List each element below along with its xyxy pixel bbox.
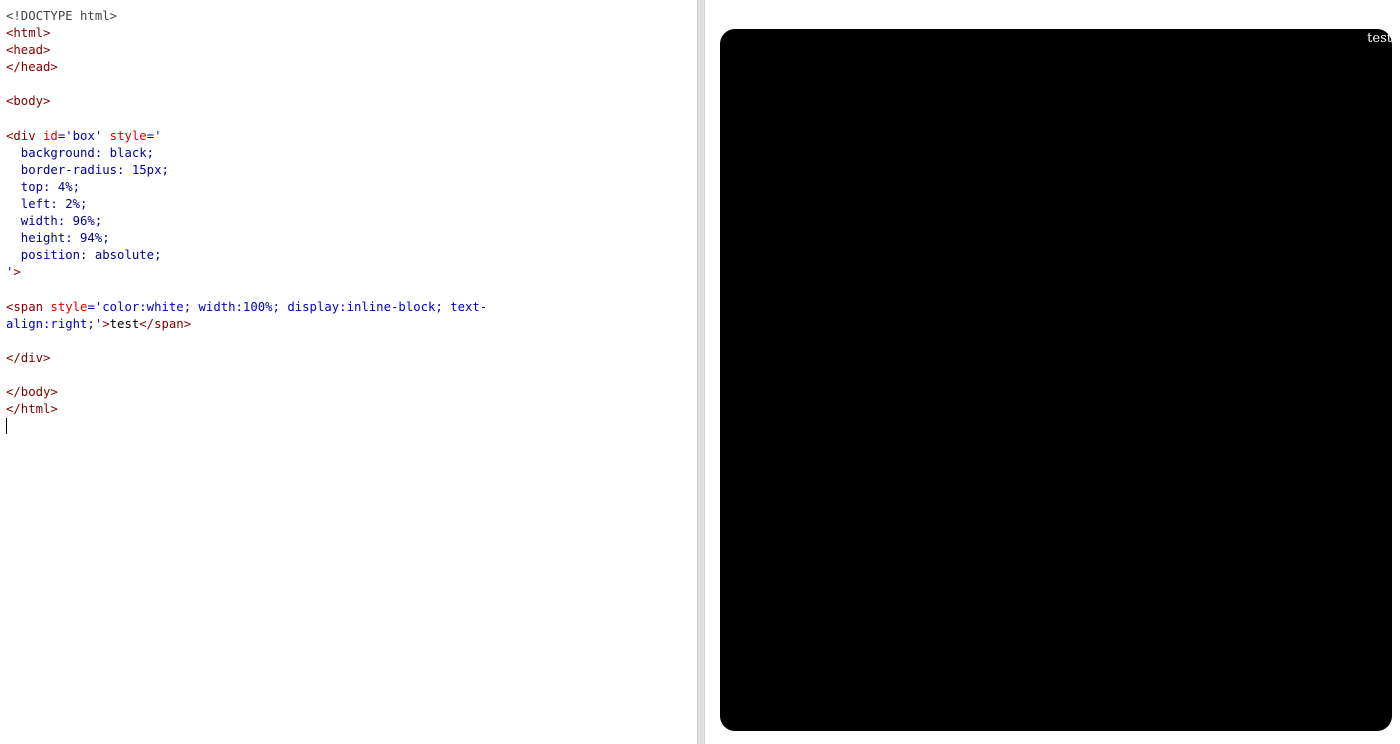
code-line: height: 94%; [6,230,697,247]
code-token: = [87,299,95,314]
code-line: '> [6,264,697,281]
code-token: 'box' [65,128,103,143]
code-token: height: 94%; [6,231,110,246]
code-line: <body> [6,93,697,110]
code-token: 'color:white; width:100%; display:inline… [94,299,488,314]
code-token: </body> [6,385,58,400]
code-line: width: 96%; [6,213,697,230]
code-content[interactable]: <!DOCTYPE html> <html> <head> </head> <body>… [0,0,697,435]
code-line: background: black; [6,145,697,162]
code-line: <div id='box' style=' [6,128,697,145]
code-token: background: black; [6,145,155,160]
code-line: </body> [6,384,697,401]
preview-box-text: test [1367,31,1392,46]
code-line: align:right;'>test</span> [6,316,697,333]
code-token: border-radius: 15px; [6,162,169,177]
code-token: left: 2%; [6,197,88,212]
text-cursor [6,418,7,435]
code-token: <html> [6,26,51,41]
code-token: </head> [6,60,58,75]
code-line: <span style='color:white; width:100%; di… [6,299,697,316]
code-line: </div> [6,350,697,367]
code-token: </span> [139,316,192,331]
preview-pane: test [706,0,1400,744]
code-line: <html> [6,25,697,42]
code-token: </html> [6,402,58,417]
code-token: <!DOCTYPE html> [6,9,118,23]
code-token: <head> [6,43,51,58]
code-token: > [102,316,110,331]
code-token: > [13,265,21,280]
code-token: <div [6,128,44,143]
code-token: style [50,299,88,314]
code-line: <head> [6,42,697,59]
code-line [6,418,697,435]
code-line: <!DOCTYPE html> [6,8,697,25]
code-token: width: 96%; [6,214,103,229]
code-line: top: 4%; [6,179,697,196]
code-line: </head> [6,59,697,76]
code-token: <body> [6,94,51,109]
code-token: top: 4%; [6,179,81,194]
code-token: <span [6,299,51,314]
code-token: position: absolute; [6,248,162,263]
code-token: align:right;' [6,316,103,331]
code-token: style [102,128,147,143]
code-line: left: 2%; [6,196,697,213]
code-editor[interactable]: <!DOCTYPE html> <html> <head> </head> <body>… [0,0,697,744]
code-token: test [109,316,140,331]
code-line: </html> [6,401,697,418]
pane-splitter[interactable] [697,0,705,744]
code-token: </div> [6,350,51,365]
code-line: border-radius: 15px; [6,162,697,179]
code-token: =' [146,128,162,143]
preview-box: test [720,29,1392,731]
code-token: id [43,128,58,143]
code-line: position: absolute; [6,247,697,264]
